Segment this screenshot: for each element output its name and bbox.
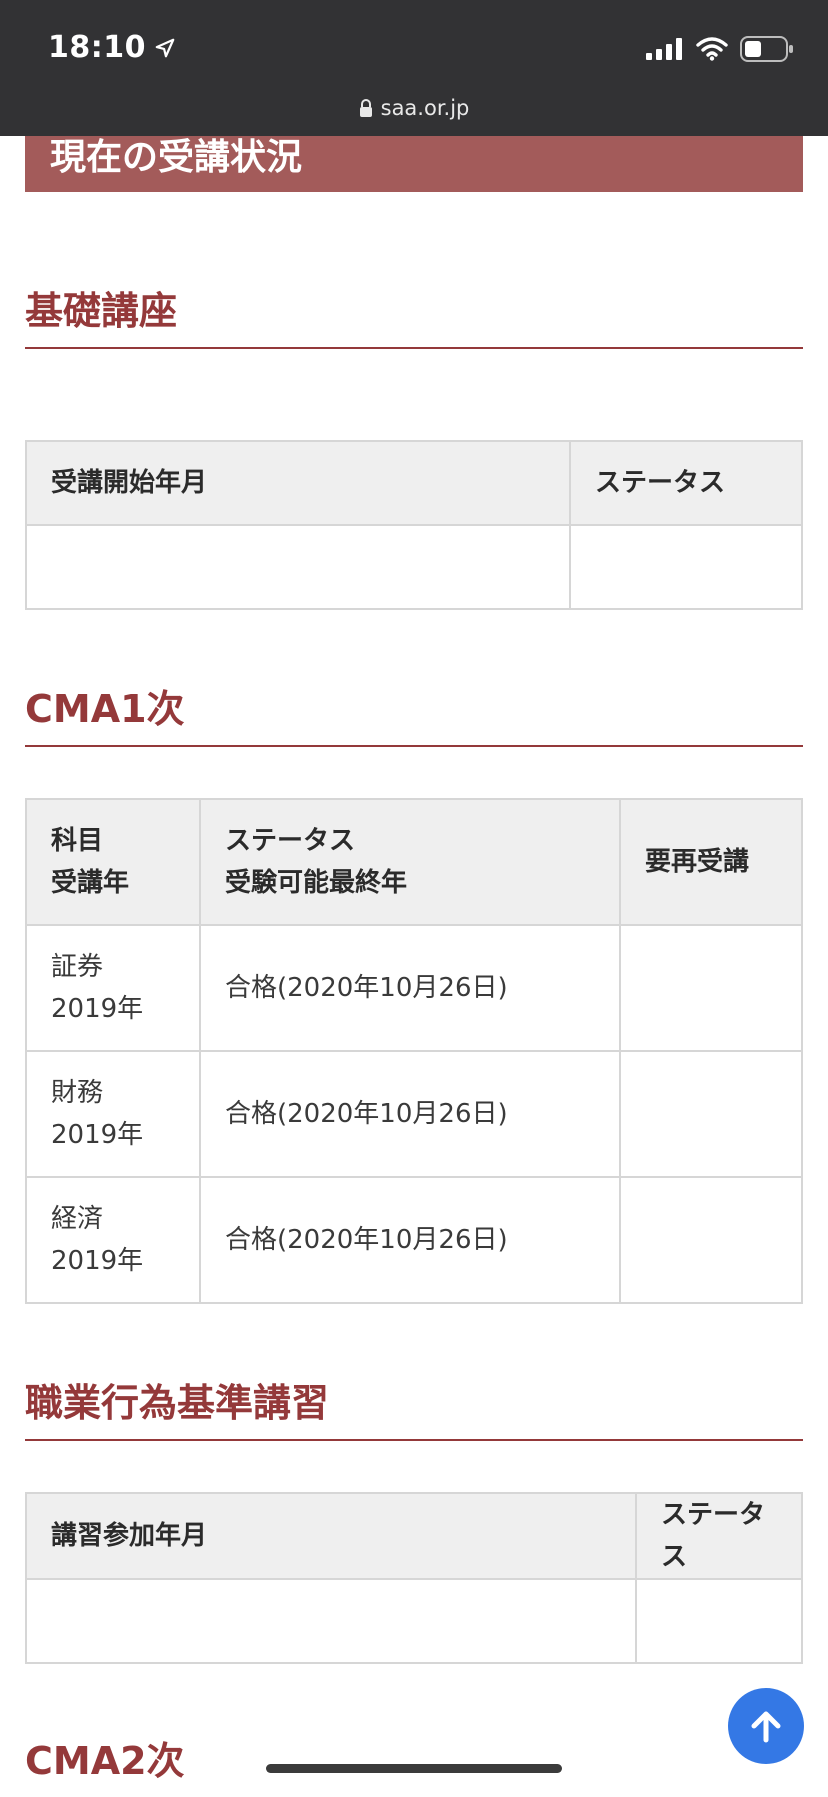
subject-cell: 証券 2019年 xyxy=(25,924,201,1052)
subject-year: 2019年 xyxy=(51,1120,144,1150)
signal-icon xyxy=(646,38,682,60)
table-header-row: 科目 受講年 ステータス 受験可能最終年 要再受講 xyxy=(25,798,803,926)
header-line: 受講年 xyxy=(51,868,130,898)
subject-name: 経済 xyxy=(51,1204,104,1234)
cma1-table: 科目 受講年 ステータス 受験可能最終年 要再受講 証券 2019年 合格(20… xyxy=(25,798,803,1304)
status-bar: 18:10 saa.or.jp xyxy=(0,0,828,136)
table-cell xyxy=(25,1578,637,1664)
subject-year: 2019年 xyxy=(51,994,144,1024)
subject-year: 2019年 xyxy=(51,1246,144,1276)
table-cell xyxy=(635,1578,803,1664)
subject-cell: 経済 2019年 xyxy=(25,1176,201,1304)
lock-icon xyxy=(359,99,372,117)
status-cell: 合格(2020年10月26日) xyxy=(199,924,621,1052)
column-header: ステータス xyxy=(635,1492,803,1580)
column-header-subject: 科目 受講年 xyxy=(25,798,201,926)
header-line: ステータス xyxy=(225,826,356,856)
table-row: 経済 2019年 合格(2020年10月26日) xyxy=(25,1176,803,1304)
status-time: 18:10 xyxy=(48,30,176,65)
column-header-retake: 要再受講 xyxy=(619,798,803,926)
section-heading-cma1: CMA1次 xyxy=(25,678,803,747)
section-heading-kiso: 基礎講座 xyxy=(25,280,803,349)
header-line: 科目 xyxy=(51,826,104,856)
clock: 18:10 xyxy=(48,30,146,65)
table-cell xyxy=(25,524,571,610)
section-heading-ethics: 職業行為基準講習 xyxy=(25,1372,803,1441)
header-line: 受験可能最終年 xyxy=(225,868,408,898)
home-indicator[interactable] xyxy=(266,1764,562,1773)
table-row xyxy=(25,524,803,610)
table-row xyxy=(25,1578,803,1664)
status-indicators xyxy=(646,36,794,62)
ethics-table: 講習参加年月 ステータス xyxy=(25,1492,803,1664)
header-line: 要再受講 xyxy=(645,847,750,877)
status-cell: 合格(2020年10月26日) xyxy=(199,1050,621,1178)
subject-cell: 財務 2019年 xyxy=(25,1050,201,1178)
table-row: 財務 2019年 合格(2020年10月26日) xyxy=(25,1050,803,1178)
wifi-icon xyxy=(696,37,728,61)
column-header: 受講開始年月 xyxy=(25,440,571,526)
kiso-table: 受講開始年月 ステータス xyxy=(25,440,803,610)
address-bar[interactable]: saa.or.jp xyxy=(0,96,828,120)
table-header-row: 受講開始年月 ステータス xyxy=(25,440,803,526)
table-cell xyxy=(569,524,803,610)
arrow-up-icon xyxy=(751,1711,781,1743)
retake-cell xyxy=(619,1050,803,1178)
column-header-status: ステータス 受験可能最終年 xyxy=(199,798,621,926)
status-cell: 合格(2020年10月26日) xyxy=(199,1176,621,1304)
retake-cell xyxy=(619,924,803,1052)
subject-name: 財務 xyxy=(51,1078,104,1108)
url-text: saa.or.jp xyxy=(380,96,470,120)
subject-name: 証券 xyxy=(51,952,104,982)
column-header: ステータス xyxy=(569,440,803,526)
table-row: 証券 2019年 合格(2020年10月26日) xyxy=(25,924,803,1052)
location-arrow-icon xyxy=(155,38,175,57)
scroll-to-top-button[interactable] xyxy=(728,1688,804,1764)
column-header: 講習参加年月 xyxy=(25,1492,637,1580)
battery-icon xyxy=(740,36,793,62)
retake-cell xyxy=(619,1176,803,1304)
table-header-row: 講習参加年月 ステータス xyxy=(25,1492,803,1580)
